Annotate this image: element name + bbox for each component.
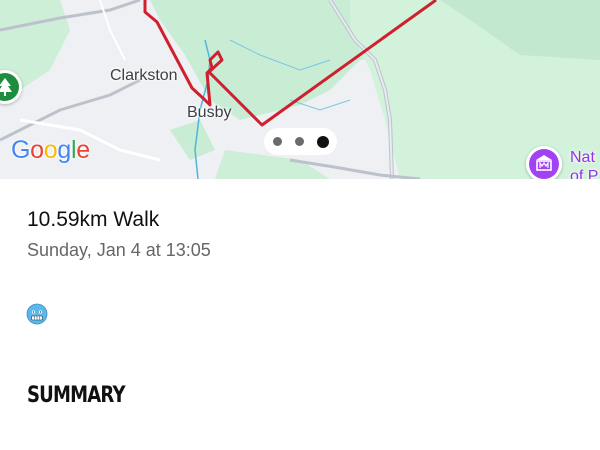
map-poi-marker-right[interactable]: [526, 146, 562, 179]
cold-face-icon: [26, 303, 48, 325]
page-dot-active[interactable]: [316, 135, 329, 148]
map-label-clarkston: Clarkston: [110, 67, 178, 84]
tree-icon: [0, 78, 12, 96]
museum-icon: [536, 155, 552, 171]
route-map[interactable]: Clarkston Busby Google Nat of P: [0, 0, 600, 179]
summary-heading: SUMMARY: [27, 383, 126, 408]
page-dot[interactable]: [294, 137, 304, 146]
google-logo: Google: [11, 136, 90, 164]
map-page-indicator[interactable]: [264, 128, 337, 155]
activity-title: 10.59km Walk: [27, 208, 160, 231]
map-poi-label-partial: Nat of P: [570, 149, 599, 179]
map-poi-marker-left[interactable]: [0, 70, 22, 104]
activity-datetime: Sunday, Jan 4 at 13:05: [27, 240, 211, 260]
map-label-busby: Busby: [187, 104, 232, 121]
page-dot[interactable]: [272, 137, 282, 146]
